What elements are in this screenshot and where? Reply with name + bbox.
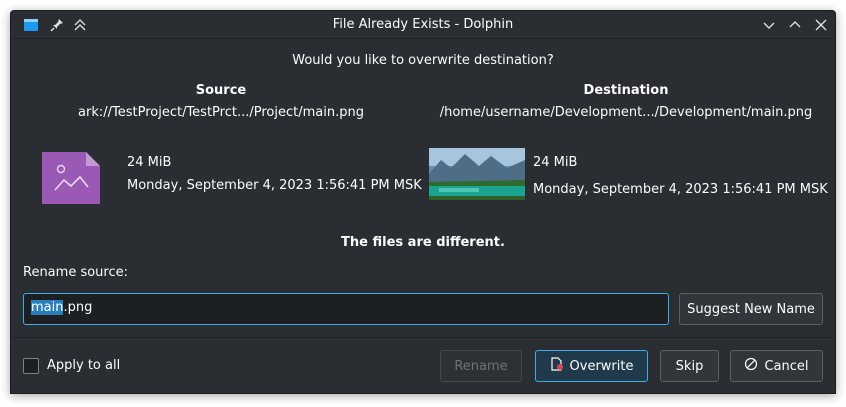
minimize-icon[interactable] <box>761 17 777 33</box>
source-path: ark://TestProject/TestPrct.../Project/ma… <box>78 105 364 120</box>
destination-thumbnail <box>429 148 525 204</box>
dialog-heading: Would you like to overwrite destination? <box>292 53 554 68</box>
source-date: Monday, September 4, 2023 1:56:41 PM MSK <box>127 178 422 193</box>
overwrite-icon <box>550 357 564 375</box>
destination-date: Monday, September 4, 2023 1:56:41 PM MSK <box>533 182 828 197</box>
window-title: File Already Exists - Dolphin <box>332 17 514 32</box>
apply-to-all-label[interactable]: Apply to all <box>47 358 120 373</box>
close-icon[interactable] <box>813 17 829 33</box>
rename-label: Rename source: <box>23 265 128 280</box>
dialog-window: File Already Exists - Dolphin Would you … <box>10 10 836 394</box>
overwrite-button-label: Overwrite <box>569 358 634 374</box>
destination-title: Destination <box>583 83 669 98</box>
skip-button-label: Skip <box>675 358 704 374</box>
rename-button-label: Rename <box>454 358 508 374</box>
rename-input-selection: main <box>31 300 64 315</box>
title-bar: File Already Exists - Dolphin <box>11 11 835 39</box>
source-title: Source <box>195 83 247 98</box>
destination-size: 24 MiB <box>533 155 578 170</box>
apply-to-all-checkbox[interactable] <box>23 358 39 374</box>
cancel-button[interactable]: Cancel <box>730 350 823 382</box>
skip-button[interactable]: Skip <box>660 350 719 382</box>
rename-input[interactable]: main.png <box>23 293 669 325</box>
overwrite-button[interactable]: Overwrite <box>535 350 648 382</box>
image-file-icon <box>42 152 100 208</box>
source-size: 24 MiB <box>127 155 172 170</box>
difference-note: The files are different. <box>341 235 505 250</box>
destination-path: /home/username/Development.../Developmen… <box>439 105 813 120</box>
rename-input-rest: .png <box>63 300 93 315</box>
cancel-icon <box>744 357 758 375</box>
cancel-button-label: Cancel <box>764 358 809 374</box>
suggest-new-name-label: Suggest New Name <box>687 301 815 317</box>
suggest-new-name-button[interactable]: Suggest New Name <box>679 293 823 325</box>
maximize-icon[interactable] <box>787 17 803 33</box>
footer-separator <box>11 337 835 338</box>
rename-button[interactable]: Rename <box>440 350 522 382</box>
